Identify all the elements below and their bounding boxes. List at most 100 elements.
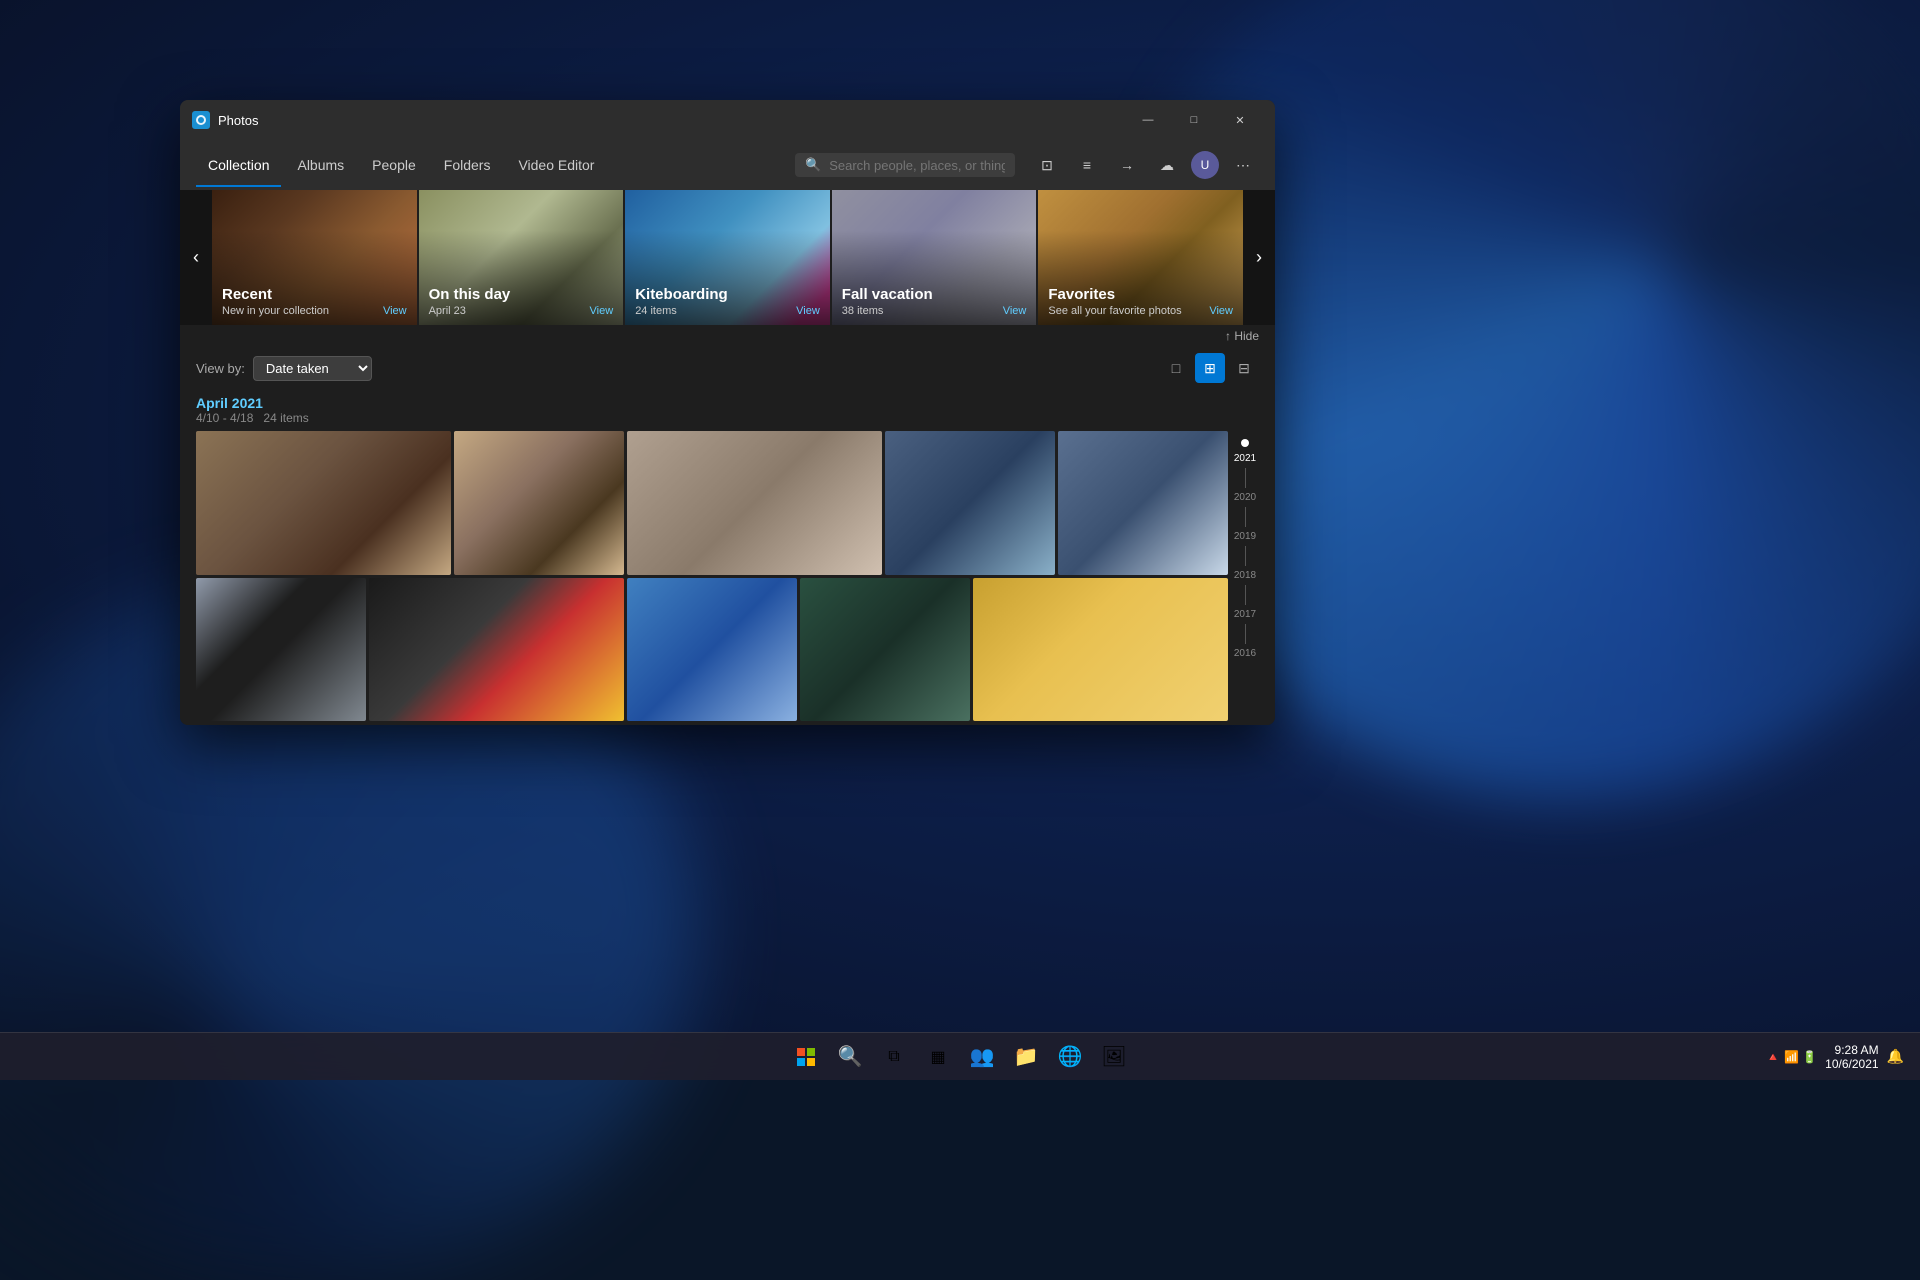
- taskbar-teams-button[interactable]: 👥: [962, 1037, 1002, 1077]
- card-sub-fall: 38 items View: [842, 305, 1027, 317]
- search-box[interactable]: 🔍: [795, 153, 1015, 177]
- card-subtitle-recent: New in your collection: [222, 305, 329, 317]
- card-subtitle-kite: 24 items: [635, 305, 677, 317]
- taskbar-notification-icon[interactable]: 🔔: [1887, 1048, 1904, 1065]
- taskbar-edge-button[interactable]: 🌐: [1050, 1037, 1090, 1077]
- section-sub: 4/10 - 4/18 24 items: [196, 411, 1259, 425]
- window-controls: — □ ✕: [1125, 104, 1263, 136]
- taskbar-explorer-button[interactable]: 📁: [1006, 1037, 1046, 1077]
- timeline-year-2020[interactable]: 2020: [1234, 492, 1256, 503]
- card-title-fall: Fall vacation: [842, 286, 1027, 303]
- taskbar-widgets-button[interactable]: ▦: [918, 1037, 958, 1077]
- close-button[interactable]: ✕: [1217, 104, 1263, 136]
- card-sub-favorites: See all your favorite photos View: [1048, 305, 1233, 317]
- maximize-button[interactable]: □: [1171, 104, 1217, 136]
- photo-grid-container: 2021 2020 2019 2018 2017 2016: [180, 427, 1275, 725]
- card-sub-kite: 24 items View: [635, 305, 820, 317]
- app-title: Photos: [218, 113, 1125, 128]
- taskbar-date: 10/6/2021: [1825, 1057, 1878, 1071]
- photo-item-9[interactable]: [800, 578, 970, 722]
- search-icon: 🔍: [805, 157, 821, 173]
- card-view-recent[interactable]: View: [383, 305, 407, 317]
- featured-card-recent[interactable]: Recent New in your collection View: [212, 190, 417, 325]
- hide-button[interactable]: ↑ Hide: [1225, 329, 1259, 343]
- photo-item-7[interactable]: [369, 578, 624, 722]
- taskbar-right: 🔺 📶 🔋 9:28 AM 10/6/2021 🔔: [1766, 1043, 1904, 1071]
- card-sub-recent: New in your collection View: [222, 305, 407, 317]
- tab-video-editor[interactable]: Video Editor: [506, 151, 606, 179]
- photo-item-1[interactable]: [196, 431, 451, 575]
- cloud-button[interactable]: ☁: [1151, 149, 1183, 181]
- tab-albums[interactable]: Albums: [285, 151, 356, 179]
- tab-folders[interactable]: Folders: [432, 151, 503, 179]
- tab-people[interactable]: People: [360, 151, 428, 179]
- card-view-kite[interactable]: View: [796, 305, 820, 317]
- nav-actions: ⊡ ≡ → ☁ U ⋯: [1031, 149, 1259, 181]
- section-title: April 2021: [196, 395, 1259, 411]
- more-button[interactable]: ⋯: [1227, 149, 1259, 181]
- view-by-label: View by:: [196, 361, 245, 376]
- taskbar: 🔍 ⧉ ▦ 👥 📁 🌐 🖼 🔺 📶 🔋 9:28 AM 10/6/2021 🔔: [0, 1032, 1920, 1080]
- card-title-recent: Recent: [222, 286, 407, 303]
- photo-item-8[interactable]: [627, 578, 797, 722]
- filter-button[interactable]: ≡: [1071, 149, 1103, 181]
- view-by-select[interactable]: Date taken Date created Date modified: [253, 356, 372, 381]
- view-mode-compact[interactable]: ⊟: [1229, 353, 1259, 383]
- app-icon: [192, 111, 210, 129]
- taskbar-photos-button[interactable]: 🖼: [1094, 1037, 1134, 1077]
- card-view-favorites[interactable]: View: [1209, 305, 1233, 317]
- import-button[interactable]: →: [1111, 149, 1143, 181]
- card-content-thisday: On this day April 23 View: [419, 278, 624, 325]
- content-area: ‹ Recent New in your collection View: [180, 190, 1275, 725]
- nav-bar: Collection Albums People Folders Video E…: [180, 140, 1275, 190]
- timeline-year-2019[interactable]: 2019: [1234, 531, 1256, 542]
- card-subtitle-fall: 38 items: [842, 305, 884, 317]
- user-avatar[interactable]: U: [1191, 151, 1219, 179]
- view-mode-single[interactable]: □: [1161, 353, 1191, 383]
- slideshow-button[interactable]: ⊡: [1031, 149, 1063, 181]
- featured-prev-button[interactable]: ‹: [180, 190, 212, 325]
- photo-item-5[interactable]: [1058, 431, 1228, 575]
- section-header: April 2021 4/10 - 4/18 24 items: [180, 389, 1275, 427]
- card-content-favorites: Favorites See all your favorite photos V…: [1038, 278, 1243, 325]
- minimize-button[interactable]: —: [1125, 104, 1171, 136]
- search-input[interactable]: [829, 158, 1005, 173]
- card-content-recent: Recent New in your collection View: [212, 278, 417, 325]
- card-content-kite: Kiteboarding 24 items View: [625, 278, 830, 325]
- photo-item-6[interactable]: [196, 578, 366, 722]
- featured-card-fall-vacation[interactable]: Fall vacation 38 items View: [832, 190, 1037, 325]
- timeline-year-2018[interactable]: 2018: [1234, 570, 1256, 581]
- timeline-year-2016[interactable]: 2016: [1234, 648, 1256, 659]
- section-count: 24 items: [263, 411, 308, 425]
- view-mode-buttons: □ ⊞ ⊟: [1161, 353, 1259, 383]
- featured-card-on-this-day[interactable]: On this day April 23 View: [419, 190, 624, 325]
- section-date-range: 4/10 - 4/18: [196, 411, 253, 425]
- card-sub-thisday: April 23 View: [429, 305, 614, 317]
- photo-row-2: [196, 578, 1228, 722]
- taskbar-search-button[interactable]: 🔍: [830, 1037, 870, 1077]
- card-view-thisday[interactable]: View: [590, 305, 614, 317]
- taskbar-system-icons: 🔺 📶 🔋: [1766, 1050, 1818, 1064]
- photo-item-3[interactable]: [627, 431, 882, 575]
- card-view-fall[interactable]: View: [1003, 305, 1027, 317]
- tab-collection[interactable]: Collection: [196, 151, 281, 179]
- photo-item-4[interactable]: [885, 431, 1055, 575]
- timeline-year-2017[interactable]: 2017: [1234, 609, 1256, 620]
- featured-next-button[interactable]: ›: [1243, 190, 1275, 325]
- taskbar-taskview-button[interactable]: ⧉: [874, 1037, 914, 1077]
- view-mode-grid[interactable]: ⊞: [1195, 353, 1225, 383]
- photo-grid: [196, 431, 1228, 721]
- title-bar: Photos — □ ✕: [180, 100, 1275, 140]
- timeline: 2021 2020 2019 2018 2017 2016: [1231, 431, 1259, 721]
- featured-row: ‹ Recent New in your collection View: [180, 190, 1275, 325]
- taskbar-clock[interactable]: 9:28 AM 10/6/2021: [1825, 1043, 1878, 1071]
- taskbar-time: 9:28 AM: [1825, 1043, 1878, 1057]
- photo-item-10[interactable]: [973, 578, 1228, 722]
- view-by-bar: View by: Date taken Date created Date mo…: [180, 347, 1275, 389]
- timeline-year-2021[interactable]: 2021: [1234, 453, 1256, 464]
- featured-card-kiteboarding[interactable]: Kiteboarding 24 items View: [625, 190, 830, 325]
- featured-card-favorites[interactable]: Favorites See all your favorite photos V…: [1038, 190, 1243, 325]
- card-subtitle-thisday: April 23: [429, 305, 466, 317]
- photo-item-2[interactable]: [454, 431, 624, 575]
- taskbar-start-button[interactable]: [786, 1037, 826, 1077]
